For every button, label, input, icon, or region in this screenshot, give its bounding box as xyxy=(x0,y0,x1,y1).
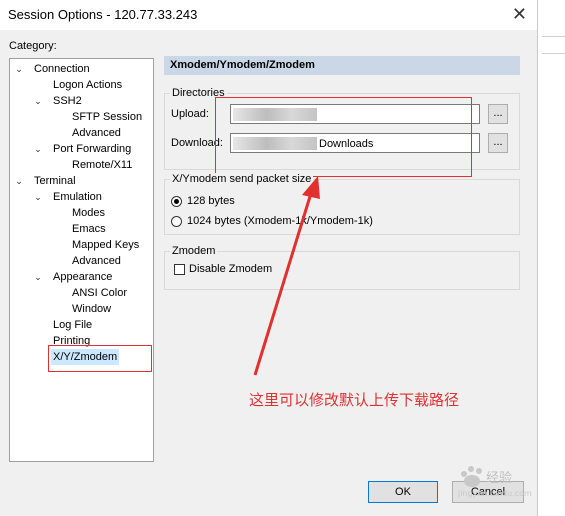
session-options-dialog: Session Options - 120.77.33.243 ✕ Catego… xyxy=(0,0,538,516)
svg-text:jingyan.baidu.com: jingyan.baidu.com xyxy=(457,489,532,498)
ok-button[interactable]: OK xyxy=(368,481,438,503)
arrow-shaft xyxy=(253,189,314,376)
background-window-strip xyxy=(538,0,565,516)
svg-text:经验: 经验 xyxy=(486,470,512,486)
annotation-text: 这里可以修改默认上传下载路径 xyxy=(249,391,460,409)
arrow-head xyxy=(302,176,320,199)
baidu-watermark-logo: 经验 jingyan.baidu.com xyxy=(454,460,534,500)
annotation-arrow xyxy=(253,176,320,376)
background-element xyxy=(542,36,565,54)
